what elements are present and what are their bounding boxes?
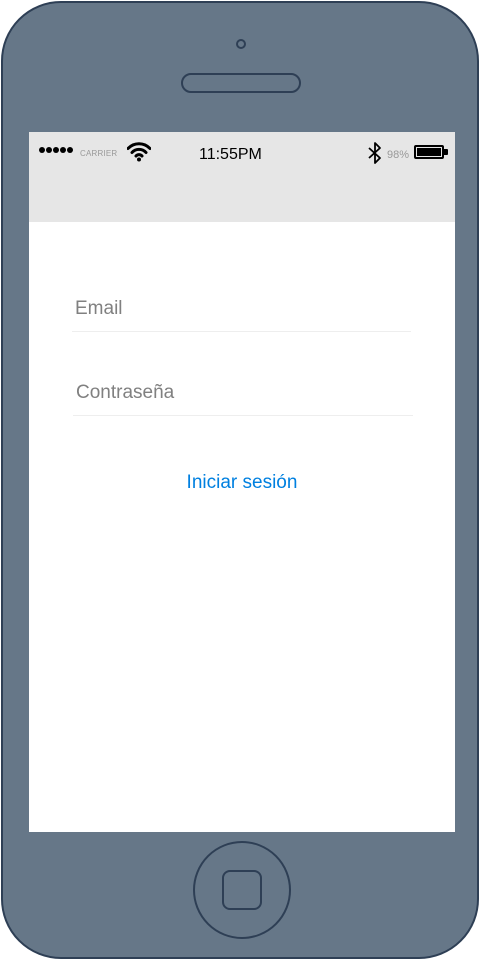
carrier-label: CARRIER	[80, 149, 118, 158]
screen: CARRIER 11:55PM 98% Iniciar sesión	[29, 132, 455, 832]
status-bar: CARRIER 11:55PM 98%	[29, 132, 455, 222]
bluetooth-icon	[368, 142, 381, 164]
signal-dots-icon	[39, 147, 73, 153]
battery-tip	[444, 149, 448, 155]
phone-frame: CARRIER 11:55PM 98% Iniciar sesión	[1, 1, 479, 959]
email-field[interactable]	[72, 291, 411, 332]
clock-time: 11:55PM	[199, 146, 262, 163]
battery-icon	[414, 145, 444, 159]
password-field[interactable]	[73, 375, 413, 416]
speaker-grille	[181, 73, 301, 93]
battery-percent: 98%	[387, 149, 410, 161]
camera-icon	[236, 39, 246, 49]
battery-fill	[417, 148, 441, 156]
home-square-icon	[222, 870, 262, 910]
home-button[interactable]	[193, 841, 291, 939]
wifi-icon	[127, 142, 151, 162]
login-button[interactable]: Iniciar sesión	[29, 472, 455, 494]
